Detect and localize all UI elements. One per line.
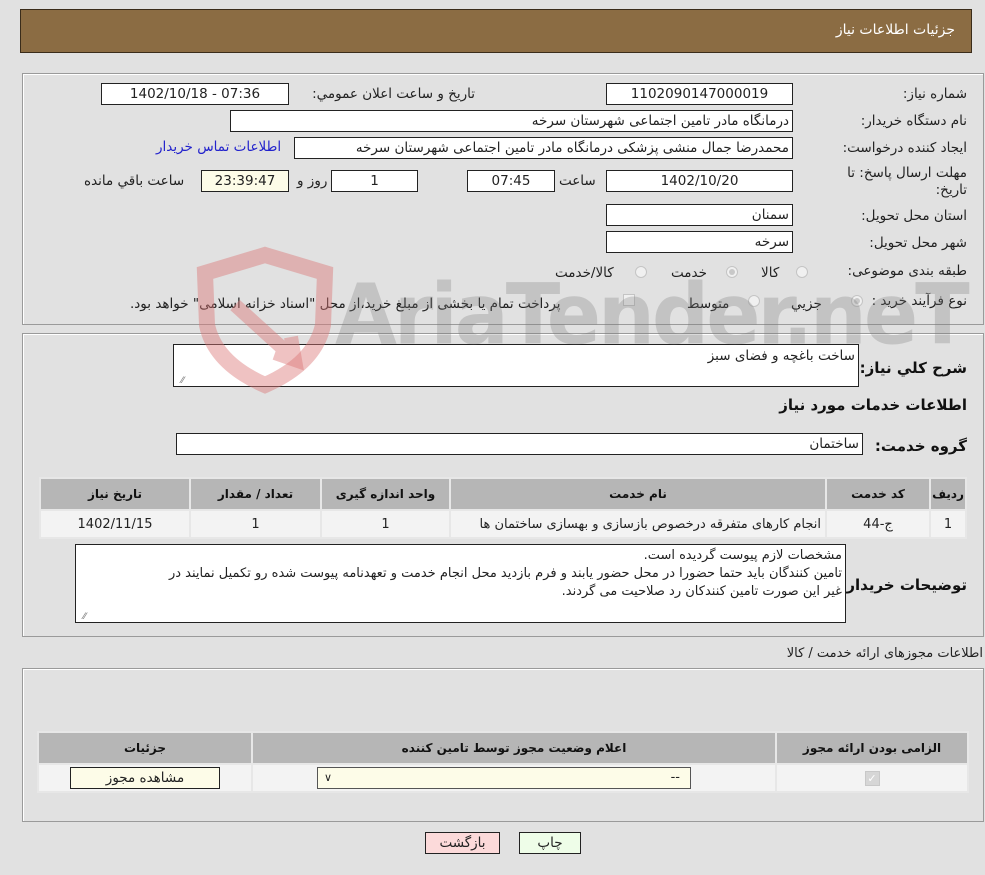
buyer-notes-line-1: مشخصات لازم پیوست گردیده است. <box>643 548 842 563</box>
cell-license-details: مشاهده مجوز <box>37 763 253 793</box>
cell-quantity: 1 <box>189 509 322 539</box>
requester-field: محمدرضا جمال منشی پزشکی درمانگاه مادر تا… <box>294 137 793 159</box>
col-row-number: رديف <box>929 477 967 511</box>
table-row: 1 ج-44 انجام کارهای متفرقه درخصوص بازساز… <box>39 509 967 539</box>
city-label: شهر محل تحویل: <box>869 235 967 251</box>
category-option-service: خدمت <box>671 265 707 281</box>
resize-handle-icon[interactable]: ⁄⁄ <box>78 613 86 622</box>
category-radio-service[interactable] <box>726 266 738 278</box>
buyer-notes-line-2: تامین کنندگان باید حتما حضورا در محل حضو… <box>168 566 842 581</box>
services-section-title: اطلاعات خدمات مورد نياز <box>779 396 967 414</box>
col-license-required: الزامی بودن ارائه مجوز <box>775 731 969 765</box>
category-option-goods-service: کالا/خدمت <box>555 265 614 281</box>
treasury-note: پرداخت تمام یا بخشی از مبلغ خرید،از محل … <box>130 296 561 312</box>
treasury-checkbox[interactable] <box>623 294 635 306</box>
cell-license-required: ✓ <box>775 763 969 793</box>
col-license-status: اعلام وضعیت مجوز توسط تامین کننده <box>251 731 777 765</box>
cell-row-number: 1 <box>929 509 967 539</box>
process-option-minor: جزيي <box>791 296 822 312</box>
chevron-down-icon: ∨ <box>324 771 333 784</box>
process-option-medium: متوسط <box>687 296 730 312</box>
service-group-field: ساختمان <box>176 433 863 455</box>
deadline-time-field: 07:45 <box>467 170 555 192</box>
summary-label: شرح کلي نياز: <box>859 359 967 377</box>
process-radio-medium[interactable] <box>748 295 760 307</box>
deadline-date-field: 1402/10/20 <box>606 170 793 192</box>
table-row: ✓ -- ∨ مشاهده مجوز <box>37 763 969 793</box>
announce-date-field: 1402/10/18 - 07:36 <box>101 83 289 105</box>
licenses-table: الزامی بودن ارائه مجوز اعلام وضعیت مجوز … <box>37 731 969 793</box>
category-option-goods: کالا <box>761 265 780 281</box>
category-label: طبقه بندی موضوعی: <box>847 263 967 279</box>
page-header: جزئیات اطلاعات نیاز <box>20 9 972 53</box>
back-button[interactable]: بازگشت <box>425 832 500 854</box>
col-license-details: جزئیات <box>37 731 253 765</box>
services-table-header: رديف کد خدمت نام خدمت واحد اندازه گيری ت… <box>39 477 967 511</box>
remaining-days-field: 1 <box>331 170 418 192</box>
need-number-field: 1102090147000019 <box>606 83 793 105</box>
col-service-code: کد خدمت <box>825 477 931 511</box>
licenses-table-header: الزامی بودن ارائه مجوز اعلام وضعیت مجوز … <box>37 731 969 765</box>
need-number-label: شماره نیاز: <box>902 86 967 102</box>
license-status-select[interactable]: -- ∨ <box>317 767 691 789</box>
purchase-process-label: نوع فرآیند خرید : <box>871 293 967 309</box>
deadline-label: مهلت ارسال پاسخ: تا تاریخ: <box>847 165 967 198</box>
col-unit: واحد اندازه گيری <box>320 477 451 511</box>
cell-unit: 1 <box>320 509 451 539</box>
process-radio-minor[interactable] <box>851 295 863 307</box>
buyer-notes-label: توضیحات خریدار: <box>840 576 967 594</box>
remaining-time-label: ساعت باقي مانده <box>84 173 185 189</box>
services-table: رديف کد خدمت نام خدمت واحد اندازه گيری ت… <box>39 477 967 539</box>
col-quantity: تعداد / مقدار <box>189 477 322 511</box>
buyer-org-field: درمانگاه مادر تامین اجتماعی شهرستان سرخه <box>230 110 793 132</box>
col-need-date: تاريخ نياز <box>39 477 191 511</box>
cell-service-code: ج-44 <box>825 509 931 539</box>
requester-label: ایجاد کننده درخواست: <box>842 140 967 156</box>
category-radio-goods-service[interactable] <box>635 266 647 278</box>
summary-textarea[interactable]: ساخت باغچه و فضای سبز ⁄⁄ <box>173 344 859 387</box>
province-label: استان محل تحویل: <box>861 208 967 224</box>
print-button[interactable]: چاپ <box>519 832 581 854</box>
service-group-label: گروه خدمت: <box>874 437 967 455</box>
deadline-time-label: ساعت <box>559 173 596 189</box>
cell-need-date: 1402/11/15 <box>39 509 191 539</box>
buyer-notes-line-3: غیر این صورت تامین کنندکان رد صلاحیت می … <box>561 584 842 599</box>
days-label: روز و <box>297 173 328 189</box>
city-field: سرخه <box>606 231 793 253</box>
cell-service-name: انجام کارهای متفرقه درخصوص بازسازی و بهس… <box>449 509 827 539</box>
remaining-time-field: 23:39:47 <box>201 170 289 192</box>
cell-license-status: -- ∨ <box>251 763 777 793</box>
col-service-name: نام خدمت <box>449 477 827 511</box>
buyer-contact-link[interactable]: اطلاعات تماس خریدار <box>156 139 281 155</box>
category-radio-goods[interactable] <box>796 266 808 278</box>
licenses-section-title: اطلاعات مجوزهای ارائه خدمت / کالا <box>786 646 983 661</box>
buyer-org-label: نام دستگاه خريدار: <box>860 113 967 129</box>
province-field: سمنان <box>606 204 793 226</box>
license-required-checkbox[interactable]: ✓ <box>864 770 880 786</box>
resize-handle-icon[interactable]: ⁄⁄ <box>176 377 184 386</box>
announce-date-label: تاريخ و ساعت اعلان عمومي: <box>312 86 475 102</box>
buyer-notes-textarea[interactable]: مشخصات لازم پیوست گردیده است. تامین کنند… <box>75 544 846 623</box>
license-status-value: -- <box>670 770 680 785</box>
page-title: جزئیات اطلاعات نیاز <box>835 22 955 38</box>
view-license-button[interactable]: مشاهده مجوز <box>70 767 220 789</box>
summary-text: ساخت باغچه و فضای سبز <box>707 348 855 364</box>
